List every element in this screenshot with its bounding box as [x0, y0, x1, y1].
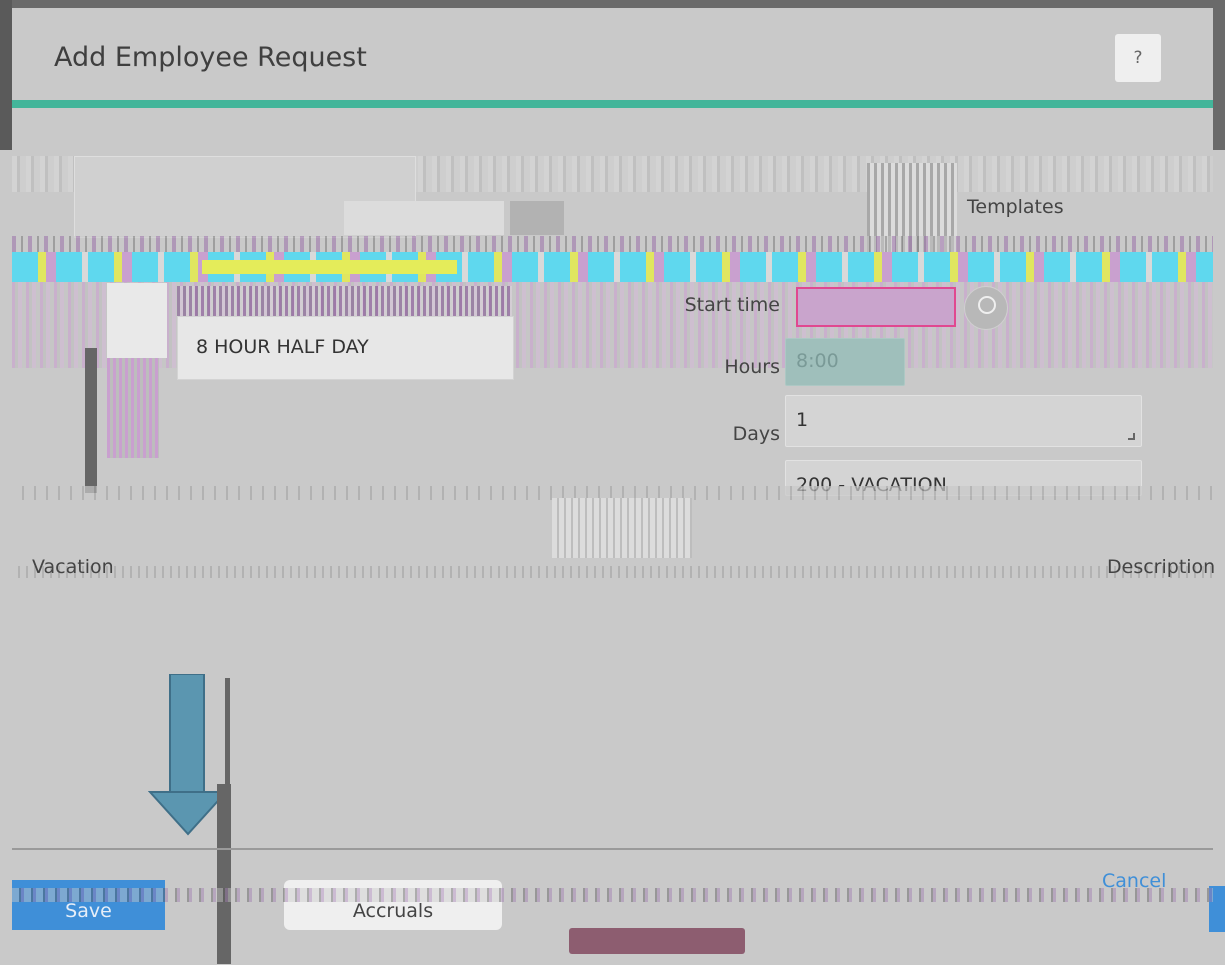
add-employee-request-dialog: Add Employee Request ? 8 HOUR HALF DAY T… [12, 8, 1225, 965]
glitch-band-5 [12, 566, 1213, 578]
resize-grip-icon [1128, 433, 1135, 440]
vacation-label: Vacation [32, 556, 114, 578]
glitch-pink-strip [107, 358, 159, 458]
template-item-8-hour-half-day[interactable]: 8 HOUR HALF DAY [177, 316, 514, 380]
glitch-template-top [177, 286, 512, 316]
templates-label: Templates [967, 196, 1064, 218]
hours-label: Hours [724, 356, 780, 378]
glitch-band-footer [12, 888, 1213, 902]
help-button[interactable]: ? [1115, 34, 1161, 82]
dialog-title: Add Employee Request [54, 42, 367, 73]
days-label: Days [732, 423, 780, 445]
vertical-handle-lower [217, 784, 231, 964]
left-scrollbar[interactable] [85, 348, 97, 493]
glitch-box-3 [510, 201, 564, 235]
clock-icon[interactable] [964, 286, 1008, 330]
start-time-input[interactable] [796, 287, 956, 327]
footer-indicator [569, 928, 745, 954]
description-label: Description [1107, 556, 1216, 578]
footer-divider [12, 848, 1213, 850]
header-accent-bar [12, 100, 1213, 108]
glitch-stripes-2 [552, 498, 692, 558]
template-item-label: 8 HOUR HALF DAY [196, 336, 369, 358]
days-value: 1 [796, 409, 809, 431]
glitch-box-2 [344, 201, 504, 235]
glitch-yellow [202, 260, 457, 274]
window-frame-right [1213, 0, 1225, 150]
start-time-label: Start time [684, 294, 780, 316]
glitch-band-cyan [12, 252, 1213, 282]
window-frame-left [0, 0, 12, 150]
side-tab [107, 283, 167, 358]
window-frame-top [0, 0, 1225, 8]
down-arrow-icon [148, 674, 228, 836]
days-field[interactable]: 1 [785, 395, 1142, 447]
vertical-handle-upper [225, 678, 230, 788]
hours-field: 8:00 [785, 338, 905, 386]
